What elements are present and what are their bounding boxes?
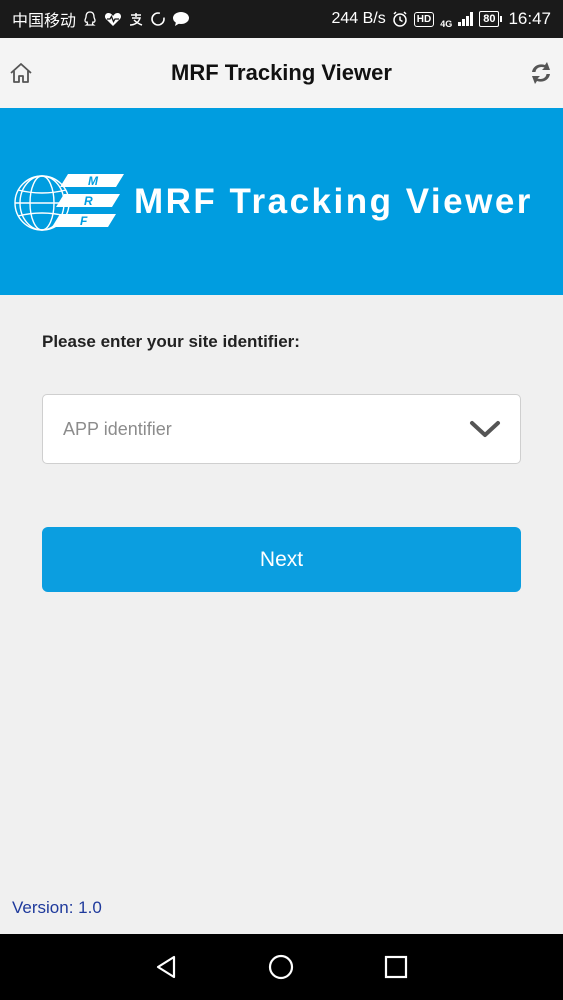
brand-banner: M R F MRF Tracking Viewer <box>0 108 563 295</box>
home-icon[interactable] <box>8 60 34 86</box>
svg-text:R: R <box>84 194 93 208</box>
signal-icon <box>458 12 474 26</box>
battery-level: 80 <box>479 11 500 27</box>
network-speed: 244 B/s <box>331 10 386 27</box>
network-type: 4G <box>440 19 453 29</box>
status-left: 中国移动 <box>12 7 190 31</box>
chat-icon <box>173 12 190 26</box>
chevron-down-icon <box>470 421 500 437</box>
system-nav-bar <box>0 934 563 1000</box>
status-bar: 中国移动 244 B/s HD 4G 80 16:47 <box>0 0 563 38</box>
app-identifier-select[interactable]: APP identifier <box>42 394 521 464</box>
battery-icon: 80 <box>479 11 503 27</box>
phone-screen: 中国移动 244 B/s HD 4G 80 16:47 MRF Tracking… <box>0 0 563 1000</box>
select-placeholder: APP identifier <box>63 418 172 439</box>
home-nav-icon[interactable] <box>266 952 296 982</box>
circle-icon <box>151 12 165 26</box>
mrf-logo-icon: M R F <box>14 173 124 231</box>
refresh-icon[interactable] <box>527 60 555 86</box>
svg-text:M: M <box>88 174 99 188</box>
svg-text:F: F <box>80 214 88 228</box>
version-label: Version: 1.0 <box>12 898 102 917</box>
banner-title: MRF Tracking Viewer <box>134 181 533 221</box>
app-header: MRF Tracking Viewer <box>0 38 563 109</box>
status-right: 244 B/s HD 4G 80 16:47 <box>331 9 551 29</box>
qq-icon <box>84 11 96 26</box>
carrier-label: 中国移动 <box>12 13 77 30</box>
alarm-icon <box>392 11 407 27</box>
health-icon <box>104 13 122 26</box>
site-identifier-prompt: Please enter your site identifier: <box>42 332 300 351</box>
back-icon[interactable] <box>152 952 182 982</box>
clock: 16:47 <box>508 9 551 28</box>
page-title: MRF Tracking Viewer <box>171 60 392 85</box>
alipay-icon <box>129 13 143 26</box>
hd-icon: HD <box>413 11 435 27</box>
recents-icon[interactable] <box>381 952 411 982</box>
next-button[interactable]: Next <box>42 527 521 592</box>
